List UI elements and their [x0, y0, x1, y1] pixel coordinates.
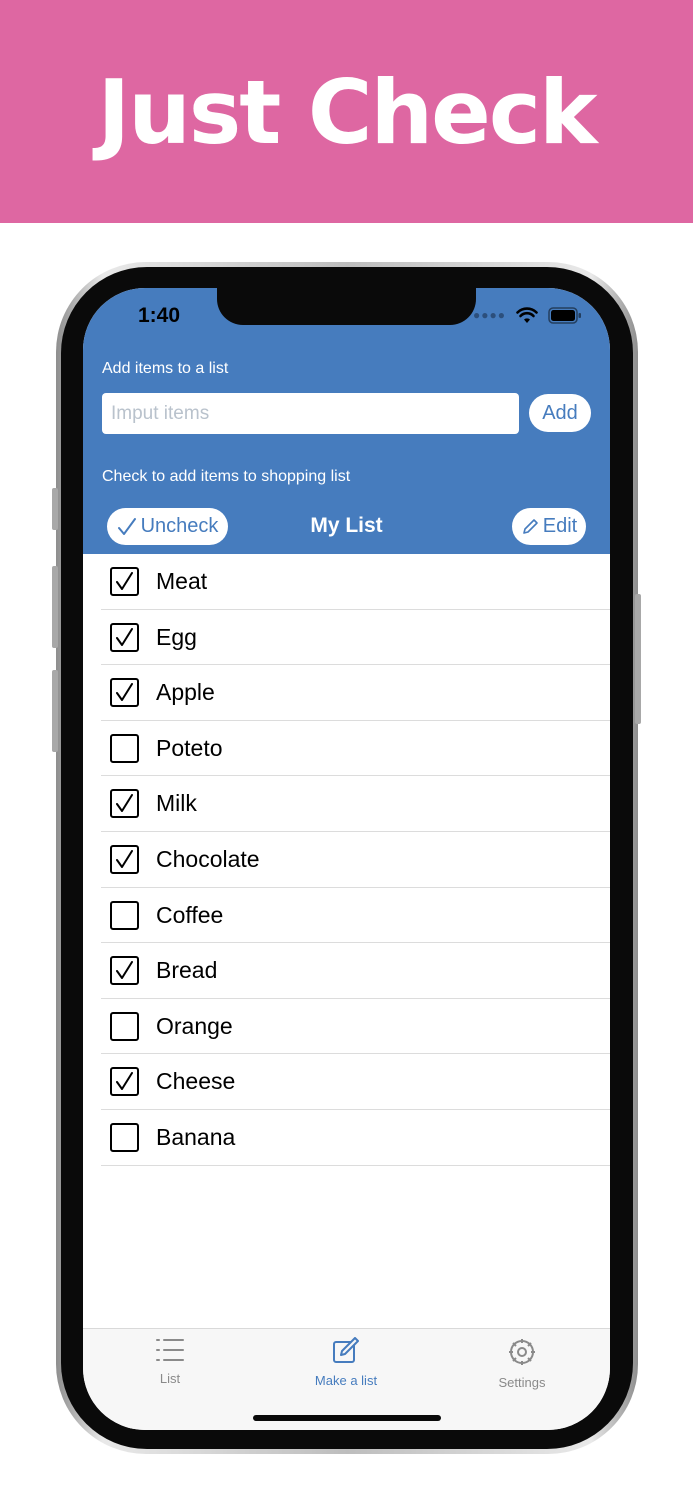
volume-up-button: [52, 566, 58, 648]
checkbox-unchecked[interactable]: [110, 733, 139, 763]
status-time: 1:40: [138, 304, 181, 327]
gear-icon: [509, 1339, 535, 1365]
list-icon: [156, 1339, 184, 1361]
list-item[interactable]: Poteto: [101, 721, 610, 777]
list-item[interactable]: Coffee: [101, 888, 610, 944]
checkbox-unchecked[interactable]: [110, 1011, 139, 1041]
silent-switch: [52, 488, 58, 530]
tab-settings-label: Settings: [498, 1375, 546, 1390]
list-item[interactable]: Meat: [101, 554, 610, 610]
notch: [217, 288, 476, 325]
checkbox-unchecked[interactable]: [110, 900, 139, 930]
list-item-label: Egg: [156, 623, 197, 650]
list-item[interactable]: Orange: [101, 999, 610, 1055]
checkbox-checked[interactable]: [110, 567, 139, 596]
checkmark-icon: [116, 794, 133, 813]
tab-list-label: List: [159, 1371, 181, 1386]
status-icons: ●●●●: [473, 304, 582, 326]
list-item-label: Chocolate: [156, 845, 260, 872]
checkbox-checked[interactable]: [110, 789, 139, 819]
tab-make-a-list-label: Make a list: [314, 1373, 378, 1388]
checkmark-icon: [116, 627, 133, 646]
home-indicator: [253, 1415, 441, 1421]
list-item[interactable]: Egg: [101, 610, 610, 666]
list-item-label: Orange: [156, 1012, 233, 1039]
app-header: 1:40 ●●●● Add items to a list Add Check …: [83, 288, 610, 554]
list-item[interactable]: Chocolate: [101, 832, 610, 888]
list-item-label: Milk: [156, 790, 197, 817]
checkbox-checked[interactable]: [110, 956, 139, 986]
edit-button[interactable]: Edit: [512, 508, 586, 545]
shopping-list: Meat Egg Apple Poteto Milk Chocolate Coffee Bre…: [83, 554, 610, 1166]
list-item-label: Cheese: [156, 1068, 236, 1095]
power-button: [635, 594, 641, 724]
banner-title: Just Check: [97, 61, 597, 164]
check-instruction-label: Check to add items to shopping list: [102, 468, 351, 485]
checkbox-checked[interactable]: [110, 622, 139, 652]
checkbox-checked[interactable]: [110, 844, 139, 874]
list-item[interactable]: Apple: [101, 665, 610, 721]
checkmark-icon: [116, 1072, 133, 1091]
add-items-label: Add items to a list: [102, 360, 229, 377]
list-item-label: Apple: [156, 679, 215, 706]
list-item-label: Coffee: [156, 901, 224, 928]
tab-settings[interactable]: Settings: [462, 1337, 582, 1390]
checkmark-icon: [116, 572, 133, 590]
tab-list[interactable]: List: [110, 1337, 230, 1386]
tab-make-a-list[interactable]: Make a list: [286, 1337, 406, 1388]
battery-icon: [548, 306, 581, 324]
list-item-label: Meat: [156, 568, 208, 594]
list-item-label: Banana: [156, 1123, 236, 1150]
checkbox-checked[interactable]: [110, 1067, 139, 1097]
signal-dots-icon: ●●●●: [473, 308, 506, 322]
checkbox-unchecked[interactable]: [110, 1122, 139, 1152]
pencil-icon: [522, 518, 538, 534]
list-item[interactable]: Bread: [101, 943, 610, 999]
list-item[interactable]: Cheese: [101, 1054, 610, 1110]
compose-icon: [333, 1337, 359, 1363]
checkbox-checked[interactable]: [110, 678, 139, 708]
promo-banner: Just Check: [0, 0, 693, 223]
checkmark-icon: [116, 961, 133, 980]
list-item-label: Poteto: [156, 734, 223, 761]
checkmark-icon: [116, 683, 133, 702]
edit-button-label: Edit: [542, 515, 578, 537]
item-input[interactable]: [102, 393, 519, 434]
phone-screen: 1:40 ●●●● Add items to a list Add Check …: [83, 288, 610, 1430]
wifi-icon: [516, 306, 538, 323]
list-item[interactable]: Banana: [101, 1110, 610, 1166]
list-item-label: Bread: [156, 957, 218, 984]
add-button[interactable]: Add: [529, 394, 591, 432]
checkmark-icon: [116, 849, 133, 868]
volume-down-button: [52, 670, 58, 752]
list-item[interactable]: Milk: [101, 776, 610, 832]
